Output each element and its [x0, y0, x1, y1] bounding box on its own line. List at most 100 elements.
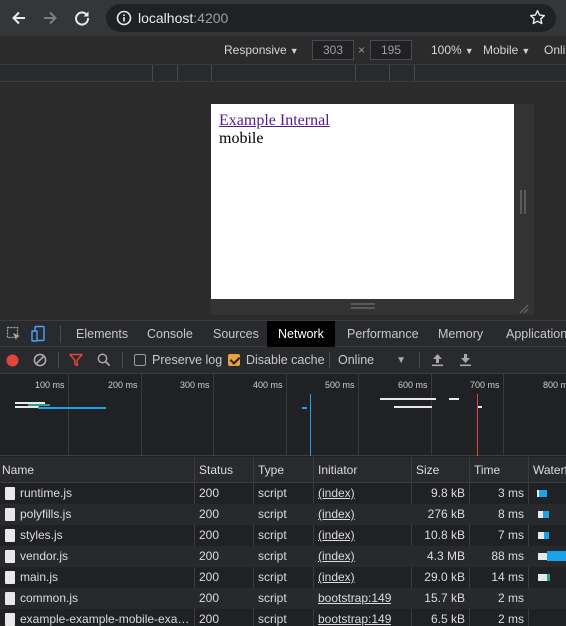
request-initiator[interactable]: (index)	[318, 546, 355, 567]
column-header-name[interactable]: Name	[2, 457, 192, 483]
table-row[interactable]: styles.js 200 script (index) 10.8 kB 7 m…	[0, 525, 566, 546]
request-initiator[interactable]: (index)	[318, 483, 355, 504]
request-status: 200	[199, 507, 220, 521]
table-row[interactable]: common.js 200 script bootstrap:149 15.7 …	[0, 588, 566, 609]
tick-label: 500 ms	[325, 380, 355, 390]
device-select[interactable]: Responsive ▼	[224, 43, 299, 57]
ruler-mark	[355, 65, 356, 81]
request-status: 200	[199, 591, 220, 605]
import-har-button[interactable]	[431, 347, 444, 373]
request-initiator[interactable]: bootstrap:149	[318, 609, 391, 626]
table-row[interactable]: main.js 200 script (index) 29.0 kB 14 ms	[0, 567, 566, 588]
overview-bar	[38, 407, 106, 409]
script-file-icon	[5, 571, 15, 584]
request-size: 9.8 kB	[430, 486, 465, 500]
overview-bar	[302, 407, 307, 409]
waterfall-bar	[547, 551, 566, 561]
request-status: 200	[199, 570, 220, 584]
disable-cache-label: Disable cache	[246, 353, 325, 367]
back-button[interactable]	[8, 7, 30, 29]
upload-icon	[432, 354, 443, 367]
column-header-status[interactable]: Status	[199, 457, 251, 483]
tab-console[interactable]: Console	[138, 321, 202, 347]
divider	[58, 352, 59, 368]
requests-table-header: Name Status Type Initiator Size Time Wat…	[0, 457, 566, 483]
address-bar[interactable]: localhost:4200	[106, 4, 556, 32]
devtools-tab-bar: Elements Console Sources Network Perform…	[0, 320, 566, 347]
column-header-size[interactable]: Size	[416, 457, 466, 483]
browser-toolbar: localhost:4200	[0, 0, 566, 36]
height-input[interactable]: 195	[370, 40, 412, 60]
network-overview[interactable]: 100 ms 200 ms 300 ms 400 ms 500 ms 600 m…	[0, 374, 566, 456]
script-file-icon	[5, 529, 15, 542]
request-status: 200	[199, 549, 220, 563]
tick-line	[213, 374, 214, 456]
tick-label: 600 ms	[398, 380, 428, 390]
column-header-initiator[interactable]: Initiator	[318, 457, 408, 483]
column-header-time[interactable]: Time	[474, 457, 526, 483]
zoom-select[interactable]: 100% ▼	[431, 43, 474, 57]
table-row[interactable]: polyfills.js 200 script (index) 276 kB 8…	[0, 504, 566, 525]
back-arrow-icon	[12, 11, 25, 25]
table-row[interactable]: example-example-mobile-exa… 200 script b…	[0, 609, 566, 626]
request-size: 276 kB	[427, 507, 465, 521]
example-internal-link[interactable]: Example Internal	[219, 112, 330, 130]
search-icon	[97, 353, 111, 367]
emulated-viewport-area: Example Internal mobile	[0, 82, 566, 320]
export-har-button[interactable]	[459, 347, 472, 373]
forward-button[interactable]	[39, 7, 61, 29]
search-button[interactable]	[97, 347, 111, 373]
request-initiator[interactable]: (index)	[318, 504, 355, 525]
table-row[interactable]: runtime.js 200 script (index) 9.8 kB 3 m…	[0, 483, 566, 504]
overview-bar	[28, 404, 50, 406]
device-toolbar: Responsive ▼ 303 × 195 100% ▼ Mobile ▼ Onli	[0, 36, 566, 64]
device-type-select[interactable]: Mobile ▼	[483, 43, 530, 57]
request-time: 3 ms	[497, 486, 524, 500]
request-initiator[interactable]: (index)	[318, 567, 355, 588]
tab-network[interactable]: Network	[267, 321, 335, 347]
info-icon[interactable]	[116, 10, 132, 31]
device-toolbar-toggle-icon[interactable]	[31, 325, 47, 348]
checkbox-checked-icon	[228, 354, 240, 366]
checkbox-unchecked-icon	[134, 354, 146, 366]
throttling-select[interactable]: Online ▼	[338, 347, 406, 373]
waterfall-bar	[538, 574, 547, 581]
ruler-mark	[211, 65, 212, 81]
resize-handle-right[interactable]	[514, 104, 534, 299]
bookmark-star-icon[interactable]	[529, 9, 546, 31]
reload-button[interactable]	[71, 7, 93, 29]
divider	[60, 325, 61, 343]
tick-line	[68, 374, 69, 456]
resize-handle-corner[interactable]	[514, 299, 534, 315]
preserve-log-checkbox[interactable]: Preserve log	[134, 347, 222, 373]
tick-label: 800 ms	[543, 380, 566, 390]
request-size: 6.5 kB	[430, 612, 465, 626]
request-type: script	[258, 612, 287, 626]
request-initiator[interactable]: bootstrap:149	[318, 588, 391, 609]
script-file-icon	[5, 592, 15, 605]
tab-performance[interactable]: Performance	[338, 321, 428, 347]
url-text: localhost:4200	[138, 10, 228, 26]
resize-handle-bottom[interactable]	[211, 299, 514, 315]
throttle-select[interactable]: Onli	[544, 43, 565, 57]
filter-button[interactable]	[69, 347, 83, 373]
download-icon	[460, 354, 471, 367]
request-time: 88 ms	[491, 549, 524, 563]
tab-sources[interactable]: Sources	[204, 321, 268, 347]
clear-button[interactable]	[33, 347, 47, 373]
column-header-type[interactable]: Type	[258, 457, 313, 483]
request-size: 4.3 MB	[426, 549, 465, 563]
tab-application[interactable]: Application	[497, 321, 566, 347]
inspect-element-icon[interactable]	[6, 326, 22, 347]
tab-elements[interactable]: Elements	[67, 321, 137, 347]
table-row[interactable]: vendor.js 200 script (index) 4.3 MB 88 m…	[0, 546, 566, 567]
width-input[interactable]: 303	[312, 40, 354, 60]
disable-cache-checkbox[interactable]: Disable cache	[228, 347, 325, 373]
record-button[interactable]	[6, 347, 19, 373]
request-time: 8 ms	[497, 507, 524, 521]
tab-memory[interactable]: Memory	[429, 321, 492, 347]
column-header-waterfall[interactable]: Waterfall	[533, 457, 566, 483]
request-initiator[interactable]: (index)	[318, 525, 355, 546]
request-name: polyfills.js	[20, 507, 72, 521]
throttling-label: Online	[338, 353, 375, 367]
